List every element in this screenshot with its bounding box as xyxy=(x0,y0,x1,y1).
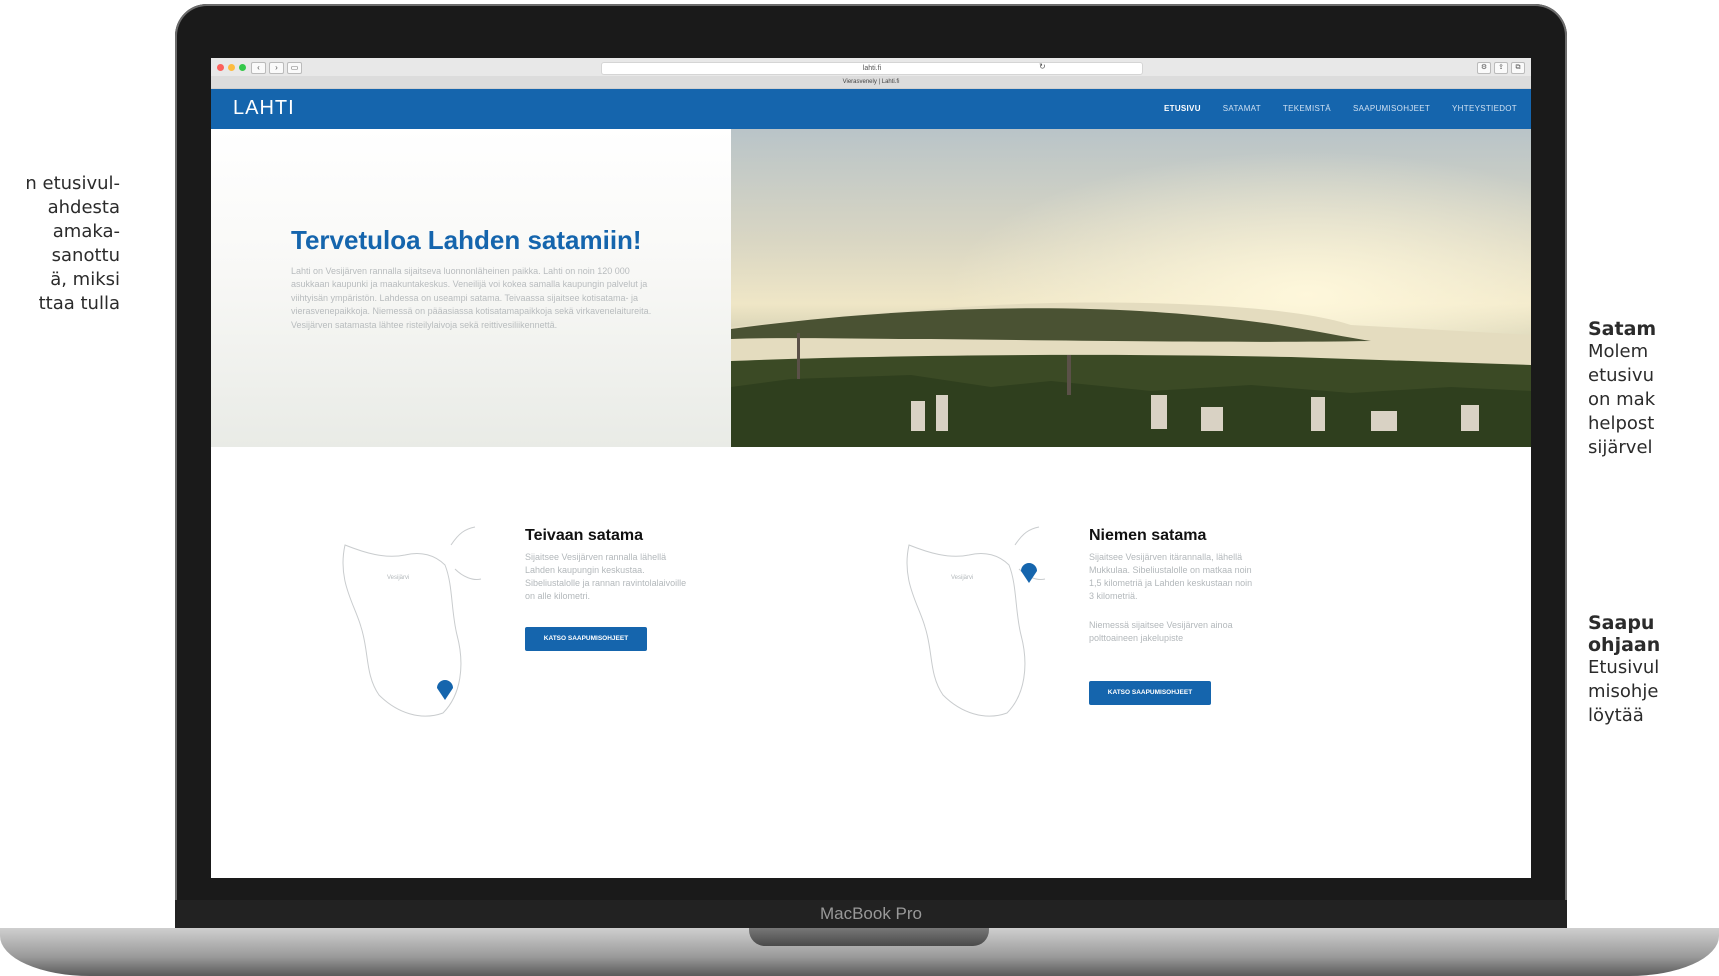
card-text: Sijaitsee Vesijärven rannalla lähellä La… xyxy=(525,552,687,601)
site-header: LAHTI ETUSIVU SATAMAT TEKEMISTÄ SAAPUMIS… xyxy=(211,89,1531,129)
harbor-cards: Vesijärvi Teivaan satama Sijaitsee Vesij… xyxy=(211,447,1531,802)
settings-icon[interactable]: ⚙ xyxy=(1477,62,1491,74)
back-icon[interactable]: ‹ xyxy=(251,62,266,74)
reload-icon[interactable]: ↻ xyxy=(1039,62,1046,71)
arrival-instructions-button[interactable]: KATSO SAAPUMISOHJEET xyxy=(1089,681,1211,705)
browser-tab[interactable]: Vierasvenely | Lahti.fi xyxy=(211,76,1531,88)
menu-item-yhteystiedot[interactable]: YHTEYSTIEDOT xyxy=(1452,89,1517,129)
harbor-map: Vesijärvi xyxy=(342,526,482,717)
location-pin-icon xyxy=(1021,563,1037,583)
close-window-button[interactable] xyxy=(217,64,224,71)
annotation-heading: Satam xyxy=(1588,318,1657,340)
forward-icon[interactable]: › xyxy=(269,62,284,74)
hero-body: Lahti on Vesijärven rannalla sijaitseva … xyxy=(291,266,652,330)
annotation-saapumisohjeet: Saapu ohjaan Etusivul misohje löytää xyxy=(1588,612,1719,728)
laptop-screen: ‹ › ▭ lahti.fi ↻ ⚙ ⇪ ⧉ Vierasvenely | La… xyxy=(211,58,1531,878)
lake-landscape-illustration xyxy=(731,129,1531,447)
menu-item-satamat[interactable]: SATAMAT xyxy=(1223,89,1261,129)
minimize-window-button[interactable] xyxy=(228,64,235,71)
main-menu: ETUSIVU SATAMAT TEKEMISTÄ SAAPUMISOHJEET… xyxy=(1164,89,1517,129)
hero-text-panel: Tervetuloa Lahden satamiin! Lahti on Ves… xyxy=(211,129,731,447)
hero-title: Tervetuloa Lahden satamiin! xyxy=(291,225,642,255)
annotation-satamat: Satam Molem etusivu on mak helpost sijär… xyxy=(1588,318,1719,460)
maximize-window-button[interactable] xyxy=(239,64,246,71)
card-title: Niemen satama xyxy=(1089,527,1207,544)
annotation-body: Etusivul misohje löytää xyxy=(1588,657,1660,726)
share-icon[interactable]: ⇪ xyxy=(1494,62,1508,74)
arrival-instructions-button[interactable]: KATSO SAAPUMISOHJEET xyxy=(525,627,647,651)
annotation-heading: Saapu ohjaan xyxy=(1588,612,1661,656)
site-logo[interactable]: LAHTI xyxy=(233,97,295,120)
device-label: MacBook Pro xyxy=(175,900,1567,928)
tabs-icon[interactable]: ⧉ xyxy=(1511,62,1525,74)
menu-item-tekemista[interactable]: TEKEMISTÄ xyxy=(1283,89,1331,129)
harbor-map: Vesijärvi xyxy=(906,526,1046,717)
browser-nav: ‹ › ▭ xyxy=(251,62,302,74)
hero-lake-photo xyxy=(731,129,1531,447)
card-text-fuel: Niemessä sijaitsee Vesijärven ainoa polt… xyxy=(1089,620,1233,643)
sidebar-icon[interactable]: ▭ xyxy=(287,62,302,74)
laptop-notch xyxy=(749,928,989,946)
map-label: Vesijärvi xyxy=(387,575,409,581)
hero-section: Tervetuloa Lahden satamiin! Lahti on Ves… xyxy=(211,129,1531,447)
map-label: Vesijärvi xyxy=(951,575,973,581)
address-bar[interactable]: lahti.fi xyxy=(601,62,1143,75)
menu-item-saapumisohjeet[interactable]: SAAPUMISOHJEET xyxy=(1353,89,1430,129)
harbor-card-teivaa: Vesijärvi Teivaan satama Sijaitsee Vesij… xyxy=(297,447,857,777)
annotation-body: Molem etusivu on mak helpost sijärvel xyxy=(1588,341,1656,458)
browser-toolbar: ‹ › ▭ lahti.fi ↻ ⚙ ⇪ ⧉ Vierasvenely | La… xyxy=(211,58,1531,89)
card-title: Teivaan satama xyxy=(525,527,643,544)
annotation-left: n etusivul- ahdesta amaka- sanottu ä, mi… xyxy=(25,173,120,314)
card-text: Sijaitsee Vesijärven itärannalla, lähell… xyxy=(1089,552,1253,601)
harbor-card-niemi: Vesijärvi Niemen satama Sijaitsee Vesijä… xyxy=(861,447,1421,777)
location-pin-icon xyxy=(437,680,453,700)
menu-item-etusivu[interactable]: ETUSIVU xyxy=(1164,89,1201,129)
browser-right-buttons: ⚙ ⇪ ⧉ xyxy=(1477,62,1525,74)
window-controls xyxy=(217,64,246,71)
